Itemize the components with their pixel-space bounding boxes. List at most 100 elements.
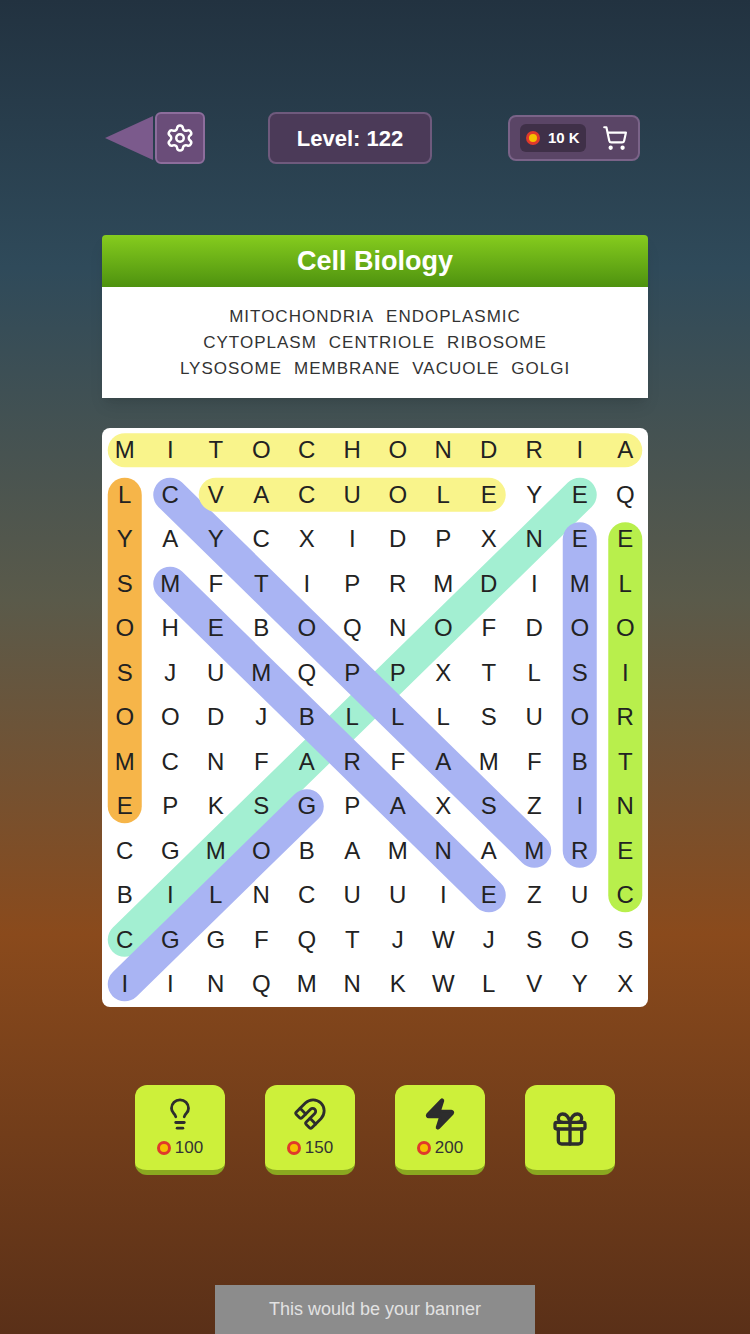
grid-letter[interactable]: M — [193, 829, 239, 874]
grid-letter[interactable]: F — [512, 740, 558, 785]
grid-letter[interactable]: I — [102, 962, 148, 1007]
grid-letter[interactable]: G — [193, 918, 239, 963]
grid-letter[interactable]: C — [603, 873, 649, 918]
grid-letter[interactable]: F — [466, 606, 512, 651]
grid-letter[interactable]: F — [193, 562, 239, 607]
grid-letter[interactable]: N — [375, 606, 421, 651]
grid-letter[interactable]: Z — [512, 784, 558, 829]
grid-letter[interactable]: E — [603, 829, 649, 874]
grid-letter[interactable]: I — [148, 873, 194, 918]
grid-letter[interactable]: A — [466, 829, 512, 874]
grid-letter[interactable]: L — [421, 473, 467, 518]
grid-letter[interactable]: S — [557, 651, 603, 696]
grid-letter[interactable]: A — [284, 740, 330, 785]
grid-letter[interactable]: J — [466, 918, 512, 963]
grid-letter[interactable]: F — [375, 740, 421, 785]
grid-letter[interactable]: N — [330, 962, 376, 1007]
grid-letter[interactable]: J — [375, 918, 421, 963]
grid-letter[interactable]: B — [284, 695, 330, 740]
grid-letter[interactable]: C — [239, 517, 285, 562]
grid-letter[interactable]: A — [239, 473, 285, 518]
grid-letter[interactable]: U — [512, 695, 558, 740]
grid-letter[interactable]: O — [603, 606, 649, 651]
settings-button[interactable] — [155, 112, 205, 164]
grid-letter[interactable]: N — [239, 873, 285, 918]
grid-letter[interactable]: A — [421, 740, 467, 785]
grid-letter[interactable]: M — [375, 829, 421, 874]
grid-letter[interactable]: M — [466, 740, 512, 785]
grid-letter[interactable]: M — [421, 562, 467, 607]
grid-letter[interactable]: A — [603, 428, 649, 473]
grid-letter[interactable]: N — [193, 962, 239, 1007]
grid-letter[interactable]: I — [603, 651, 649, 696]
grid-letter[interactable]: V — [193, 473, 239, 518]
grid-letter[interactable]: P — [330, 651, 376, 696]
grid-letter[interactable]: A — [375, 784, 421, 829]
grid-letter[interactable]: B — [102, 873, 148, 918]
grid-letter[interactable]: H — [148, 606, 194, 651]
grid-letter[interactable]: L — [102, 473, 148, 518]
grid-letter[interactable]: Q — [330, 606, 376, 651]
grid-letter[interactable]: X — [421, 784, 467, 829]
grid-letter[interactable]: M — [102, 428, 148, 473]
grid-letter[interactable]: K — [375, 962, 421, 1007]
grid-letter[interactable]: C — [284, 428, 330, 473]
grid-letter[interactable]: Q — [603, 473, 649, 518]
grid-letter[interactable]: E — [466, 473, 512, 518]
grid-letter[interactable]: J — [148, 651, 194, 696]
grid-letter[interactable]: T — [193, 428, 239, 473]
grid-letter[interactable]: W — [421, 918, 467, 963]
grid-letter[interactable]: U — [375, 873, 421, 918]
grid-letter[interactable]: O — [421, 606, 467, 651]
grid-letter[interactable]: U — [330, 473, 376, 518]
grid-letter[interactable]: C — [148, 740, 194, 785]
grid-letter[interactable]: B — [239, 606, 285, 651]
back-button[interactable] — [105, 116, 153, 160]
grid-letter[interactable]: Q — [284, 651, 330, 696]
grid-letter[interactable]: P — [148, 784, 194, 829]
grid-letter[interactable]: X — [603, 962, 649, 1007]
grid-letter[interactable]: L — [193, 873, 239, 918]
grid-letter[interactable]: I — [557, 784, 603, 829]
grid-letter[interactable]: O — [239, 829, 285, 874]
grid-letter[interactable]: E — [102, 784, 148, 829]
grid-letter[interactable]: U — [330, 873, 376, 918]
grid-letter[interactable]: C — [148, 473, 194, 518]
grid-letter[interactable]: Y — [102, 517, 148, 562]
grid-letter[interactable]: Z — [512, 873, 558, 918]
grid-letter[interactable]: N — [603, 784, 649, 829]
grid-letter[interactable]: O — [557, 606, 603, 651]
grid-letter[interactable]: U — [193, 651, 239, 696]
grid-letter[interactable]: O — [375, 473, 421, 518]
grid-letter[interactable]: B — [557, 740, 603, 785]
grid-letter[interactable]: T — [603, 740, 649, 785]
grid-letter[interactable]: D — [512, 606, 558, 651]
grid-letter[interactable]: S — [102, 562, 148, 607]
grid-letter[interactable]: E — [557, 517, 603, 562]
grid-letter[interactable]: N — [421, 428, 467, 473]
grid-letter[interactable]: Q — [239, 962, 285, 1007]
grid-letter[interactable]: M — [102, 740, 148, 785]
grid-letter[interactable]: M — [557, 562, 603, 607]
grid-letter[interactable]: W — [421, 962, 467, 1007]
grid-letter[interactable]: T — [330, 918, 376, 963]
grid-letter[interactable]: L — [512, 651, 558, 696]
powerup-button[interactable] — [525, 1085, 615, 1175]
grid-letter[interactable]: R — [375, 562, 421, 607]
grid-letter[interactable]: X — [284, 517, 330, 562]
grid-letter[interactable]: I — [512, 562, 558, 607]
grid-letter[interactable]: O — [102, 695, 148, 740]
grid-letter[interactable]: S — [512, 918, 558, 963]
grid-letter[interactable]: C — [284, 873, 330, 918]
grid-letter[interactable]: S — [466, 695, 512, 740]
powerup-button[interactable]: 200 — [395, 1085, 485, 1175]
grid-letter[interactable]: O — [557, 918, 603, 963]
grid-letter[interactable]: G — [148, 918, 194, 963]
grid-letter[interactable]: N — [421, 829, 467, 874]
grid-letter[interactable]: R — [512, 428, 558, 473]
grid-letter[interactable]: N — [193, 740, 239, 785]
grid-letter[interactable]: X — [421, 651, 467, 696]
grid-letter[interactable]: O — [284, 606, 330, 651]
grid-letter[interactable]: G — [148, 829, 194, 874]
grid-letter[interactable]: S — [239, 784, 285, 829]
